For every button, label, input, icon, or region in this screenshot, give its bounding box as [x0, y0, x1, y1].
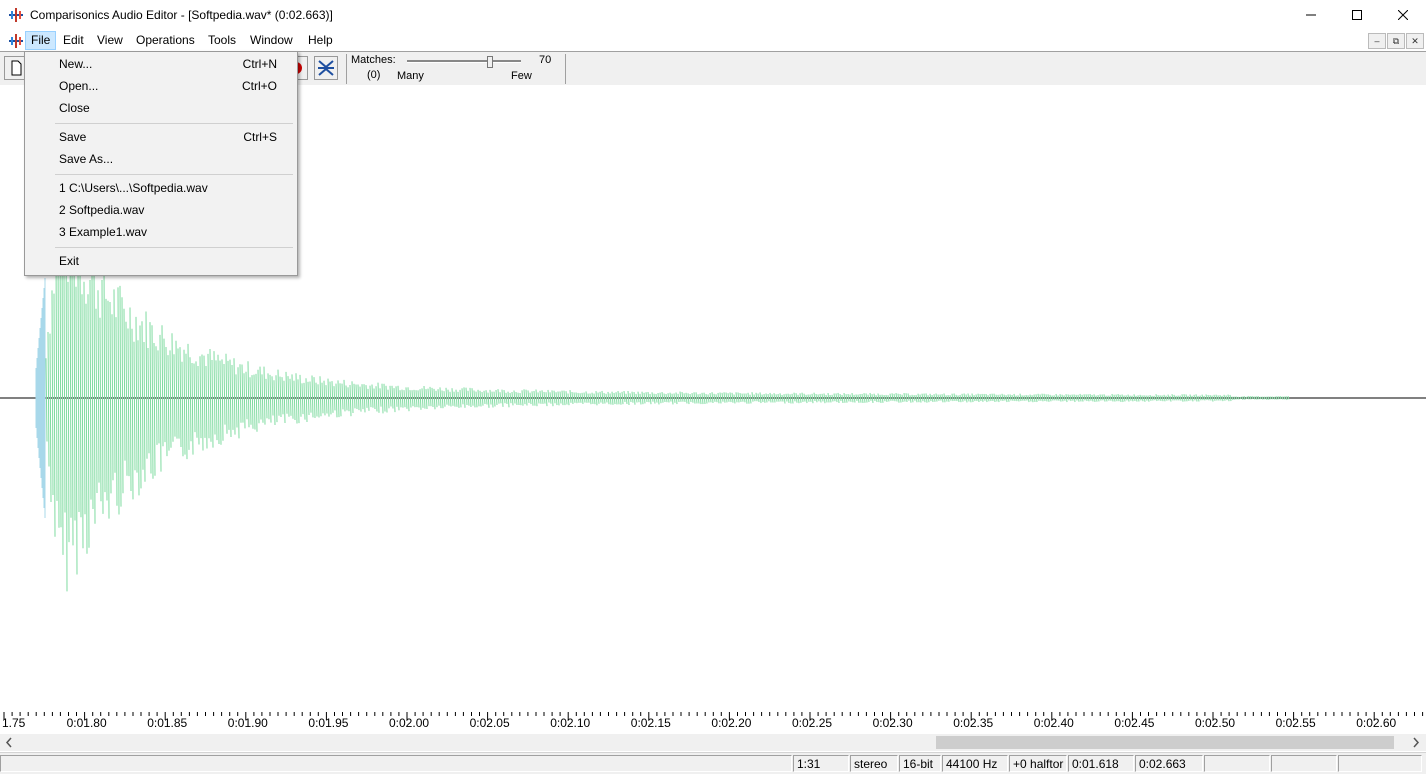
matches-slider-track[interactable] [407, 60, 521, 63]
file-menu-dropdown: New... Ctrl+N Open... Ctrl+O Close Save … [24, 51, 298, 276]
menu-item-recent-3[interactable]: 3 Example1.wav [25, 222, 297, 242]
status-pitch: +0 halftor [1009, 755, 1067, 772]
matches-few-label: Few [511, 70, 532, 82]
menu-item-open[interactable]: Open... Ctrl+O [25, 76, 297, 96]
horizontal-scrollbar[interactable] [0, 734, 1426, 751]
status-empty-1 [1204, 755, 1270, 772]
minimize-button[interactable] [1288, 0, 1334, 30]
waveform-onset [35, 278, 46, 518]
time-ruler: 1.75 0:01.80 0:01.85 0:01.90 0:01.95 0:02.00 0… [0, 712, 1426, 734]
menu-operations[interactable]: Operations [131, 32, 200, 49]
menu-separator [55, 174, 293, 175]
status-bits: 16-bit [899, 755, 941, 772]
scroll-left-icon[interactable] [3, 734, 15, 751]
menu-item-new[interactable]: New... Ctrl+N [25, 54, 297, 74]
document-icon[interactable] [8, 33, 24, 49]
menu-window[interactable]: Window [245, 32, 298, 49]
maximize-icon [1352, 10, 1362, 20]
menu-help[interactable]: Help [303, 32, 338, 49]
tick-label: 0:01.80 [66, 716, 107, 730]
menu-item-recent-2[interactable]: 2 Softpedia.wav [25, 200, 297, 220]
child-close-button[interactable]: ✕ [1406, 33, 1424, 49]
matches-count: (0) [367, 69, 381, 81]
status-ratio: 1:31 [793, 755, 849, 772]
matches-panel: Matches: 70 (0) Many Few [346, 54, 566, 84]
close-button[interactable] [1380, 0, 1426, 30]
matches-value: 70 [539, 54, 552, 66]
status-empty-2 [1271, 755, 1337, 772]
tick-label: 0:02.35 [953, 716, 994, 730]
status-rate: 44100 Hz [942, 755, 1008, 772]
find-matches-button[interactable] [314, 56, 338, 80]
tick-label: 0:02.60 [1356, 716, 1397, 730]
tick-label: 0:02.15 [630, 716, 671, 730]
tick-label: 0:02.20 [711, 716, 752, 730]
scrollbar-thumb[interactable] [936, 736, 1394, 749]
tick-label: 0:02.05 [469, 716, 510, 730]
status-length: 0:02.663 [1135, 755, 1203, 772]
menu-separator [55, 123, 293, 124]
match-icon [318, 60, 334, 76]
menu-item-exit[interactable]: Exit [25, 251, 297, 271]
tick-label: 0:02.40 [1033, 716, 1074, 730]
tick-label: 0:02.00 [389, 716, 430, 730]
status-empty-3 [1338, 755, 1422, 772]
tick-label: 0:02.25 [792, 716, 833, 730]
tick-label: 0:01.95 [308, 716, 349, 730]
maximize-button[interactable] [1334, 0, 1380, 30]
window-title: Comparisonics Audio Editor - [Softpedia.… [30, 8, 333, 22]
title-bar: Comparisonics Audio Editor - [Softpedia.… [0, 0, 1426, 30]
menu-view[interactable]: View [92, 32, 128, 49]
minimize-icon [1306, 14, 1316, 16]
menu-tools[interactable]: Tools [203, 32, 241, 49]
tick-label: 0:01.85 [147, 716, 188, 730]
status-channels: stereo [850, 755, 898, 772]
menu-item-recent-1[interactable]: 1 C:\Users\...\Softpedia.wav [25, 178, 297, 198]
menu-separator [55, 247, 293, 248]
menu-edit[interactable]: Edit [58, 32, 89, 49]
tick-label: 0:02.10 [550, 716, 591, 730]
matches-slider-thumb[interactable] [487, 56, 494, 68]
child-minimize-button[interactable]: – [1368, 33, 1386, 49]
scroll-right-icon[interactable] [1410, 734, 1422, 751]
tick-label: 0:02.50 [1195, 716, 1236, 730]
menu-file[interactable]: File [25, 31, 57, 50]
tick-label: 1.75 [2, 716, 26, 730]
tick-label: 0:02.55 [1275, 716, 1316, 730]
menu-item-save-as[interactable]: Save As... [25, 149, 297, 169]
app-icon [9, 8, 23, 22]
tick-label: 0:02.45 [1114, 716, 1155, 730]
child-restore-button[interactable]: ⧉ [1387, 33, 1405, 49]
close-icon [1398, 10, 1408, 20]
matches-label: Matches: [351, 54, 396, 66]
status-position: 0:01.618 [1068, 755, 1134, 772]
menu-item-close[interactable]: Close [25, 98, 297, 118]
status-message [0, 755, 792, 772]
matches-many-label: Many [397, 70, 424, 82]
menu-item-save[interactable]: Save Ctrl+S [25, 127, 297, 147]
tick-label: 0:02.30 [872, 716, 913, 730]
menu-bar: File Edit View Operations Tools Window H… [0, 30, 1426, 51]
status-bar: 1:31 stereo 16-bit 44100 Hz +0 halftor 0… [0, 752, 1426, 774]
tick-label: 0:01.90 [227, 716, 268, 730]
